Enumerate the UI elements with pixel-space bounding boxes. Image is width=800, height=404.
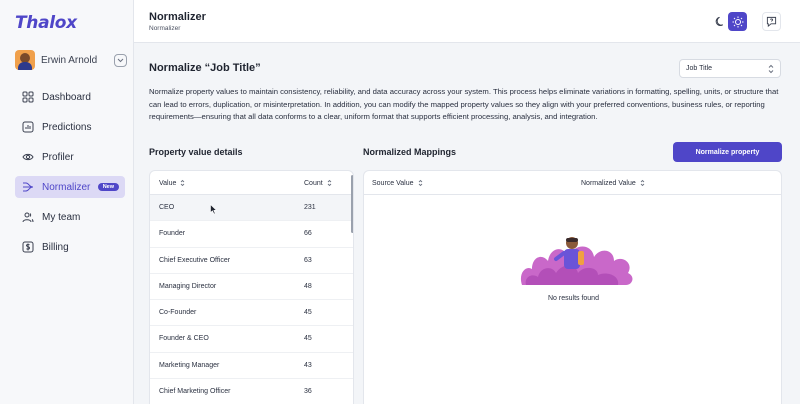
breadcrumb: Normalizer [149, 25, 181, 32]
property-select-value: Job Title [686, 65, 713, 72]
count-cell: 36 [304, 388, 312, 396]
team-icon [21, 210, 35, 224]
value-cell: Founder [159, 230, 186, 238]
updown-chevron-icon [768, 64, 774, 76]
value-cell: Founder & CEO [159, 335, 209, 343]
property-value-details-title: Property value details [149, 147, 243, 157]
value-column-header[interactable]: Value [159, 179, 185, 187]
help-button[interactable] [762, 12, 781, 31]
value-cell: Marketing Manager [159, 361, 220, 369]
column-label: Count [304, 179, 323, 187]
sidebar-item-label: My team [42, 211, 81, 223]
app-window: Thalox Erwin Arnold Dashboard Prediction… [0, 0, 800, 404]
sidebar-item-billing[interactable]: Billing [15, 236, 125, 258]
description: Normalize property values to maintain co… [149, 87, 779, 121]
sidebar-item-normalizer[interactable]: Normalizer New [15, 176, 125, 198]
normalized-mappings-title: Normalized Mappings [363, 147, 457, 157]
sidebar-item-dashboard[interactable]: Dashboard [15, 86, 125, 108]
app-logo: Thalox [15, 13, 77, 33]
sidebar-item-label: Dashboard [42, 91, 91, 103]
sidebar-item-label: Normalizer [42, 181, 91, 193]
value-cell: CEO [159, 204, 175, 211]
sort-icon [327, 179, 332, 187]
column-label: Source Value [372, 179, 414, 187]
user-name: Erwin Arnold [41, 54, 98, 66]
normalize-property-button[interactable]: Normalize property [673, 142, 782, 162]
value-cell: Chief Executive Officer [159, 256, 231, 264]
sort-icon [418, 179, 422, 187]
new-badge: New [97, 183, 119, 191]
table-header: Value Count [150, 171, 353, 195]
avatar [15, 50, 35, 70]
column-label: Normalized Value [581, 179, 636, 187]
sort-icon [181, 179, 185, 187]
sidebar-item-my-team[interactable]: My team [15, 206, 125, 228]
top-header: Normalizer Normalizer [134, 0, 800, 43]
property-values-table: Value Count CEO 231 Founder 66 Chief Execu… [149, 170, 354, 404]
sidebar-item-profiler[interactable]: Profiler [15, 146, 125, 168]
user-menu[interactable]: Erwin Arnold [15, 50, 127, 70]
mouse-cursor-icon [210, 202, 217, 220]
table-row[interactable]: Founder 66 [150, 221, 353, 248]
value-cell: Chief Marketing Officer [159, 388, 231, 396]
normalizer-icon [21, 180, 35, 194]
table-row[interactable]: Founder & CEO 45 [150, 326, 353, 353]
dollar-icon [21, 240, 35, 254]
chevron-down-icon[interactable] [114, 53, 127, 67]
sidebar-item-label: Billing [42, 241, 69, 253]
sidebar-nav: Dashboard Predictions Profiler Normalize… [15, 86, 125, 266]
count-cell: 45 [304, 335, 312, 343]
count-cell: 231 [304, 204, 316, 211]
count-cell: 66 [304, 230, 312, 238]
count-cell: 63 [304, 256, 312, 264]
sidebar: Thalox Erwin Arnold Dashboard Prediction… [0, 0, 134, 404]
page-title: Normalizer [149, 11, 206, 23]
chart-icon [21, 120, 35, 134]
property-select[interactable]: Job Title [679, 59, 781, 78]
table-row[interactable]: Co-Founder 45 [150, 300, 353, 327]
table-row[interactable]: Marketing Manager 43 [150, 353, 353, 380]
table-row[interactable]: Chief Marketing Officer 36 [150, 379, 353, 404]
sun-icon [732, 16, 743, 27]
table-row[interactable]: Managing Director 48 [150, 274, 353, 301]
help-chat-icon [766, 16, 777, 27]
table-row[interactable]: Chief Executive Officer 63 [150, 248, 353, 274]
empty-state-text: No results found [548, 295, 599, 302]
moon-icon [715, 16, 724, 26]
count-cell: 45 [304, 309, 312, 317]
column-label: Value [159, 179, 177, 187]
sidebar-item-predictions[interactable]: Predictions [15, 116, 125, 138]
source-value-column-header[interactable]: Source Value [372, 179, 423, 187]
normalize-title: Normalize “Job Title” [149, 62, 261, 74]
table-header: Source Value Normalized Value [364, 171, 781, 195]
count-cell: 48 [304, 282, 312, 290]
value-cell: Co-Founder [159, 309, 197, 317]
grid-icon [21, 90, 35, 104]
main-content: Normalize “Job Title” Job Title Normaliz… [134, 44, 800, 404]
eye-icon [21, 150, 35, 164]
sort-icon [640, 179, 645, 187]
value-cell: Managing Director [159, 282, 217, 290]
table-scrollbar[interactable] [351, 175, 353, 233]
count-cell: 43 [304, 361, 312, 369]
sidebar-item-label: Predictions [42, 121, 92, 133]
empty-state-illustration [516, 229, 636, 287]
normalized-value-column-header[interactable]: Normalized Value [581, 179, 645, 187]
table-row[interactable]: CEO 231 [150, 195, 353, 222]
light-mode-button[interactable] [728, 12, 747, 31]
count-column-header[interactable]: Count [304, 179, 332, 187]
normalized-mappings-table: Source Value Normalized Value No results… [363, 170, 782, 404]
sidebar-item-label: Profiler [42, 151, 74, 163]
